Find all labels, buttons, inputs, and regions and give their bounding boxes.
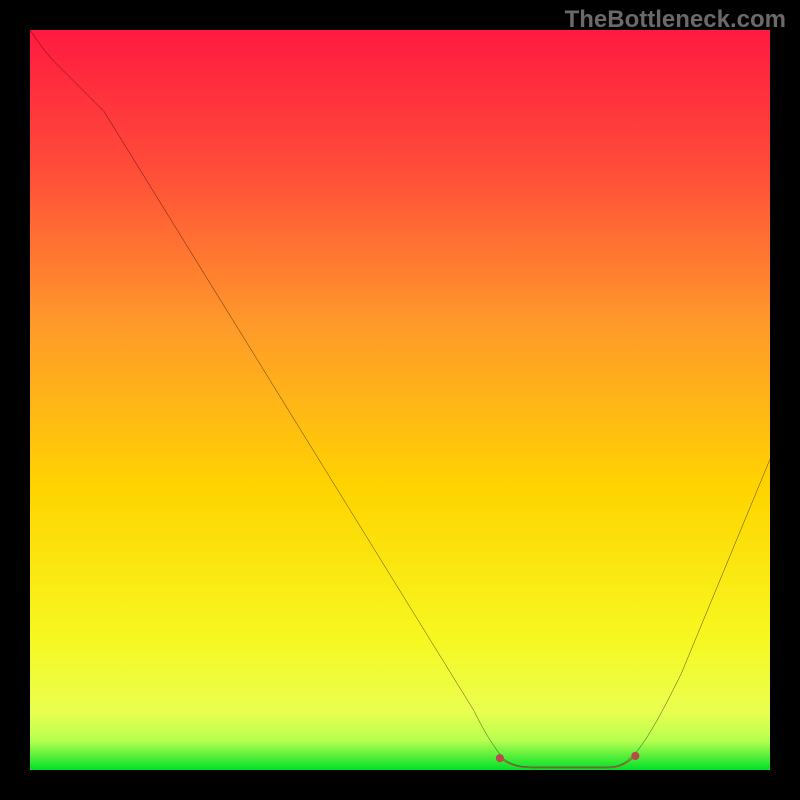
flat-region-end-right (631, 752, 639, 760)
watermark-text: TheBottleneck.com (565, 6, 786, 34)
flat-region-end-left (496, 754, 504, 762)
chart-curve (30, 30, 770, 770)
chart-plot-area (30, 30, 770, 770)
bottleneck-curve-line (30, 30, 770, 767)
